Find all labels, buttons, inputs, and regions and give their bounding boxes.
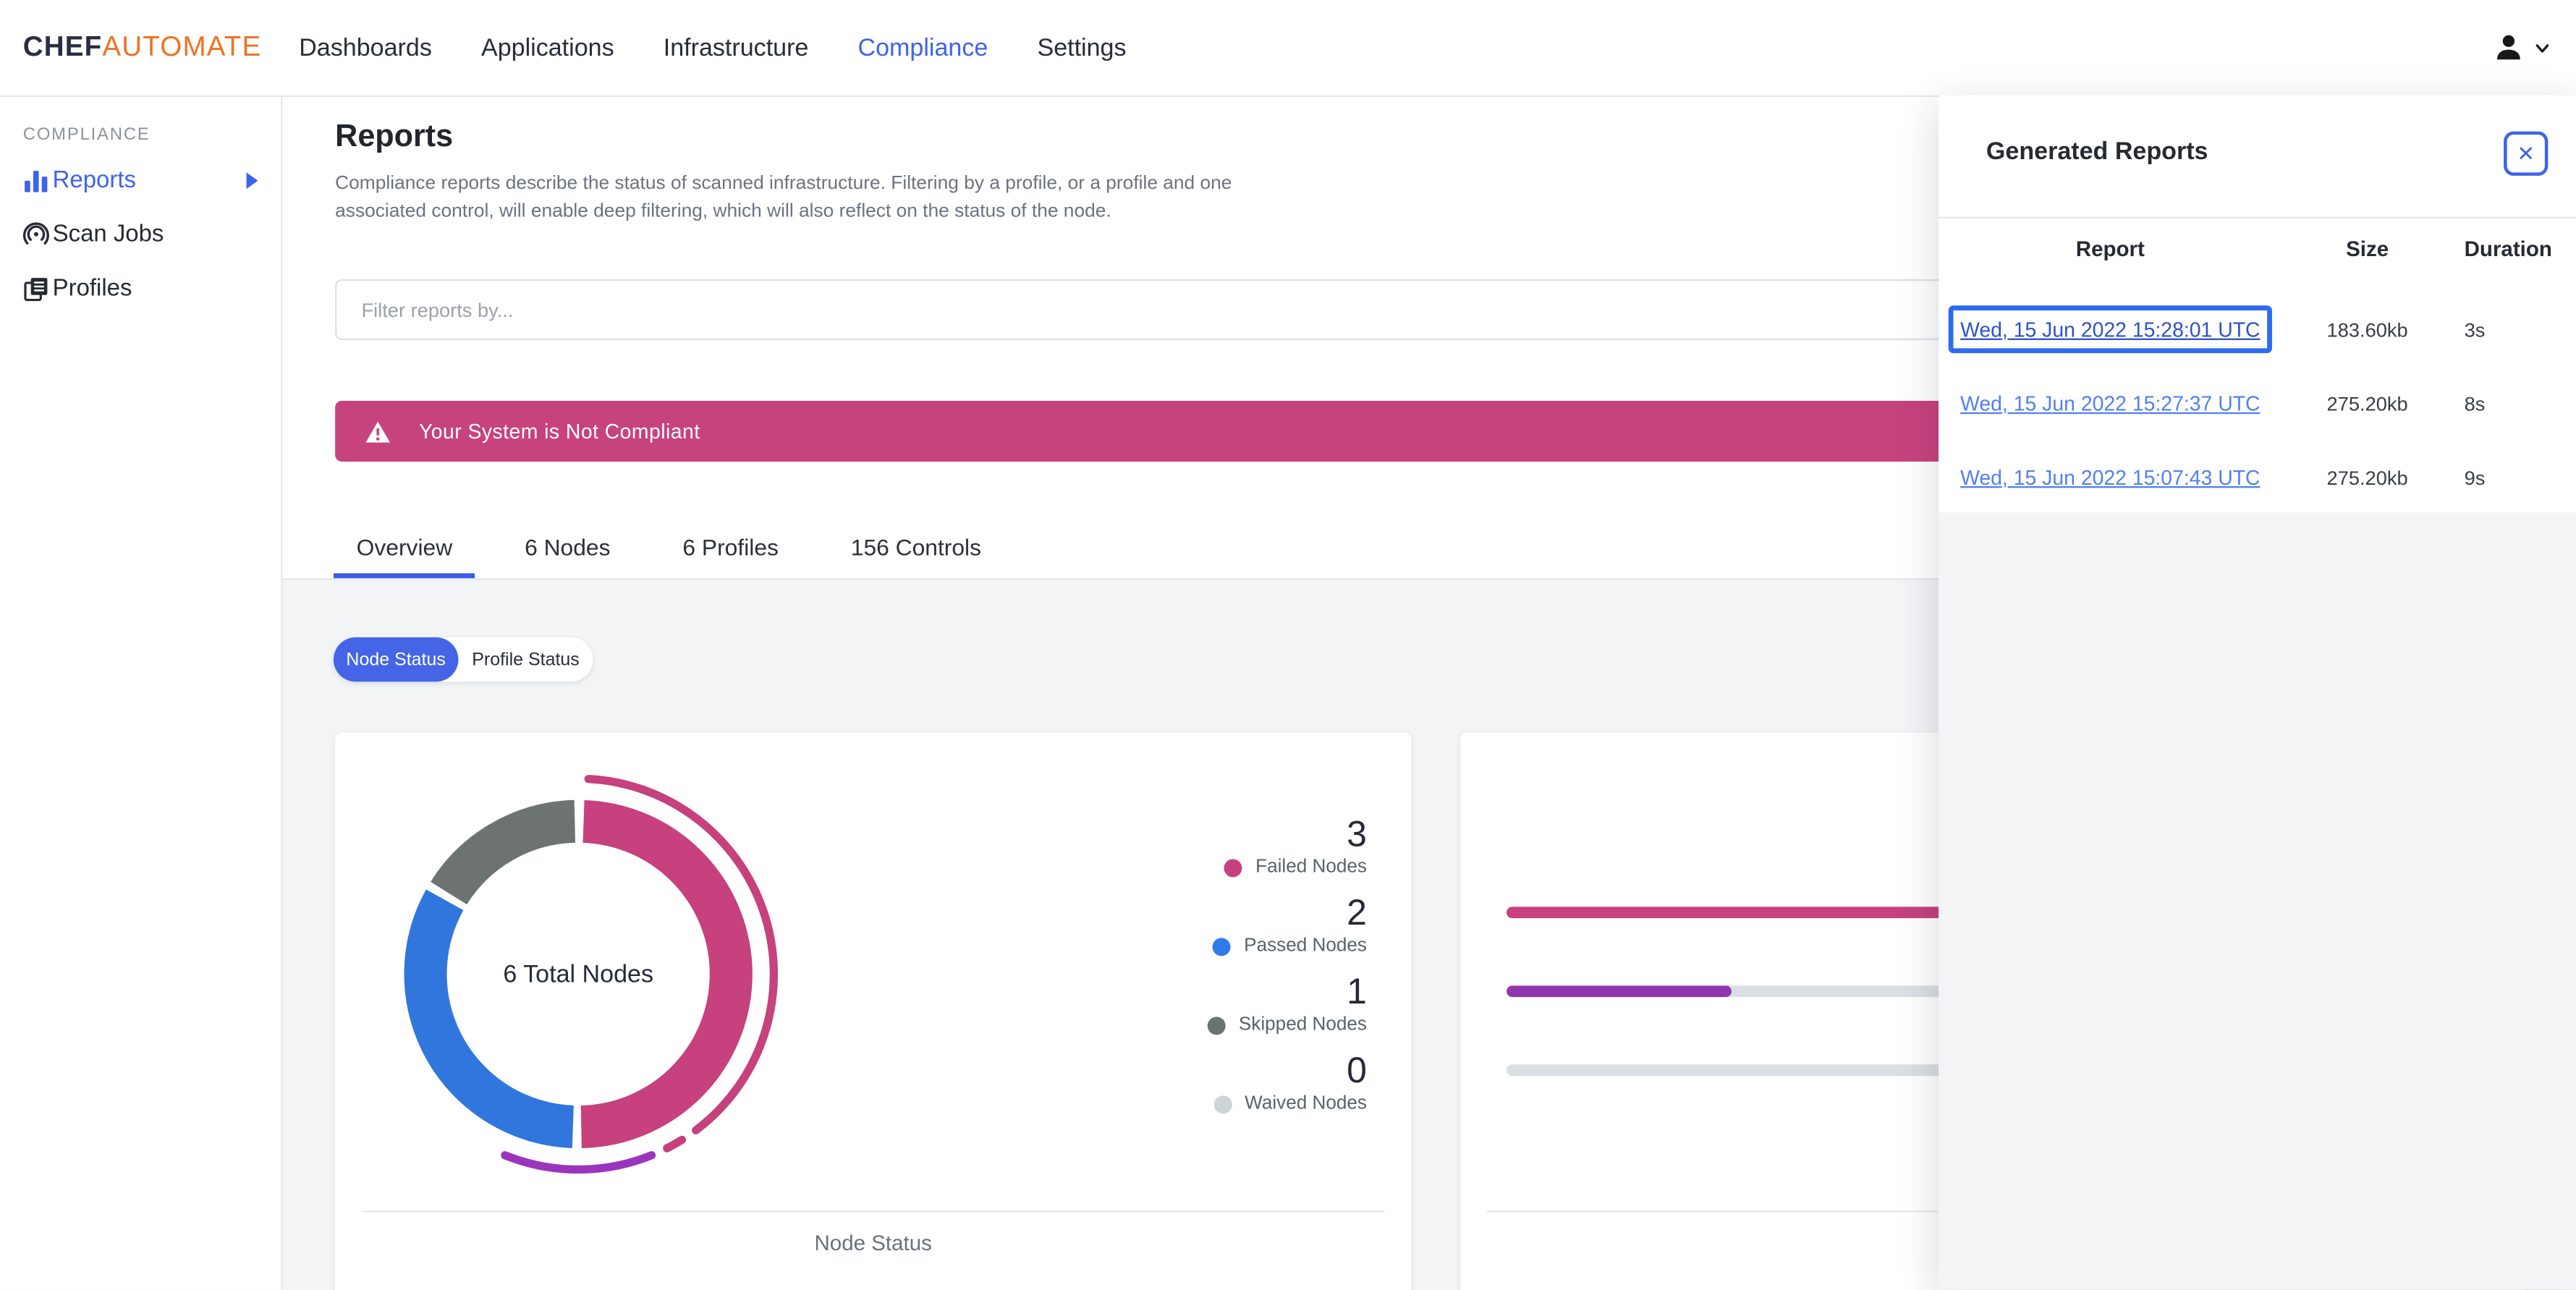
node-status-toggle[interactable]: Node Status [333, 637, 459, 682]
legend-entry-passed: 2 Passed Nodes [1208, 891, 1367, 959]
app-root: CHEF AUTOMATE Dashboards Applications Inf… [0, 0, 2576, 1290]
report-size: 275.20kb [2326, 465, 2408, 489]
report-size: 183.60kb [2326, 318, 2408, 341]
chef-automate-logo[interactable]: CHEF AUTOMATE [23, 0, 262, 96]
table-row: Wed, 15 Jun 2022 15:07:43 UTC [1949, 454, 2272, 501]
page-title: Reports [335, 119, 454, 155]
failed-dot-icon [1224, 858, 1242, 877]
nav-compliance[interactable]: Compliance [858, 34, 988, 62]
legend-label: Passed Nodes [1244, 936, 1367, 956]
card-divider [361, 1210, 1385, 1213]
legend-entry-failed: 3 Failed Nodes [1208, 812, 1367, 880]
warning-icon [365, 420, 391, 443]
sidebar-item-label: Scan Jobs [52, 221, 164, 248]
node-status-card-footer: Node Status [814, 1230, 932, 1255]
documents-icon [23, 276, 49, 302]
sidebar-item-label: Profiles [52, 276, 132, 302]
panel-divider [1939, 216, 2576, 218]
bar-chart-icon [23, 168, 49, 194]
generated-reports-panel: Generated Reports ✕ Report Size Duration… [1939, 95, 2576, 1290]
report-link[interactable]: Wed, 15 Jun 2022 15:07:43 UTC [1960, 466, 2260, 489]
nav-settings[interactable]: Settings [1037, 34, 1126, 62]
sidebar: COMPLIANCE Reports Scan Jobs Profiles [0, 95, 283, 1290]
primary-nav: Dashboards Applications Infrastructure C… [299, 0, 1126, 96]
tab-controls[interactable]: 156 Controls [828, 519, 1004, 578]
tab-overview[interactable]: Overview [333, 519, 475, 579]
sidebar-item-label: Reports [52, 167, 136, 194]
table-row: Wed, 15 Jun 2022 15:28:01 UTC [1949, 305, 2272, 353]
nav-applications[interactable]: Applications [481, 34, 614, 62]
column-header-size: Size [2346, 236, 2389, 261]
report-size: 275.20kb [2326, 391, 2408, 415]
legend-entry-skipped: 1 Skipped Nodes [1207, 970, 1367, 1038]
report-link[interactable]: Wed, 15 Jun 2022 15:27:37 UTC [1960, 391, 2260, 415]
sidebar-item-reports[interactable]: Reports [0, 161, 281, 200]
waived-dot-icon [1213, 1095, 1232, 1113]
waived-count: 0 [1347, 1049, 1367, 1091]
passed-count: 2 [1347, 891, 1367, 933]
node-status-legend: 3 Failed Nodes 2 Passed Nodes 1 Skipped … [1207, 812, 1367, 1117]
nav-dashboards[interactable]: Dashboards [299, 34, 432, 62]
skipped-dot-icon [1207, 1016, 1226, 1035]
banner-text: Your System is Not Compliant [418, 420, 700, 443]
legend-label: Waived Nodes [1245, 1094, 1367, 1114]
sidebar-item-profiles[interactable]: Profiles [0, 269, 281, 308]
report-duration: 9s [2464, 465, 2486, 489]
tab-profiles[interactable]: 6 Profiles [660, 519, 802, 578]
scan-target-icon [22, 222, 49, 248]
user-icon [2492, 31, 2525, 64]
logo-chef: CHEF [22, 31, 103, 63]
donut-center-label: 6 Total Nodes [503, 960, 653, 988]
node-status-card: 6 Total Nodes 3 Failed Nodes 2 Passed No… [335, 732, 1412, 1290]
legend-label: Failed Nodes [1255, 857, 1367, 878]
column-header-report: Report [2075, 236, 2145, 261]
legend-label: Skipped Nodes [1238, 1015, 1367, 1035]
report-tabs: Overview 6 Nodes 6 Profiles 156 Controls [333, 519, 1004, 579]
logo-automate: AUTOMATE [102, 31, 262, 63]
chevron-down-icon [2535, 41, 2549, 55]
skipped-count: 1 [1347, 970, 1367, 1012]
table-row: Wed, 15 Jun 2022 15:27:37 UTC [1949, 379, 2272, 427]
report-duration: 3s [2464, 318, 2486, 341]
page-description: Compliance reports describe the status o… [335, 172, 1232, 222]
report-duration: 8s [2464, 391, 2486, 415]
column-header-duration: Duration [2464, 236, 2552, 261]
status-toggle: Node Status Profile Status [333, 637, 593, 682]
sidebar-item-scan-jobs[interactable]: Scan Jobs [0, 215, 281, 254]
failed-count: 3 [1347, 812, 1367, 854]
tab-nodes[interactable]: 6 Nodes [501, 519, 633, 578]
top-nav: CHEF AUTOMATE Dashboards Applications Inf… [0, 0, 2576, 97]
panel-title: Generated Reports [1986, 137, 2208, 166]
legend-entry-waived: 0 Waived Nodes [1208, 1051, 1367, 1117]
sidebar-section-label: COMPLIANCE [22, 124, 151, 145]
user-menu[interactable] [2492, 0, 2549, 96]
report-link[interactable]: Wed, 15 Jun 2022 15:28:01 UTC [1960, 318, 2260, 341]
close-icon[interactable]: ✕ [2504, 131, 2549, 176]
profile-status-toggle[interactable]: Profile Status [458, 637, 593, 682]
passed-dot-icon [1213, 937, 1231, 956]
submenu-arrow-icon [246, 172, 258, 190]
nav-infrastructure[interactable]: Infrastructure [664, 34, 809, 62]
